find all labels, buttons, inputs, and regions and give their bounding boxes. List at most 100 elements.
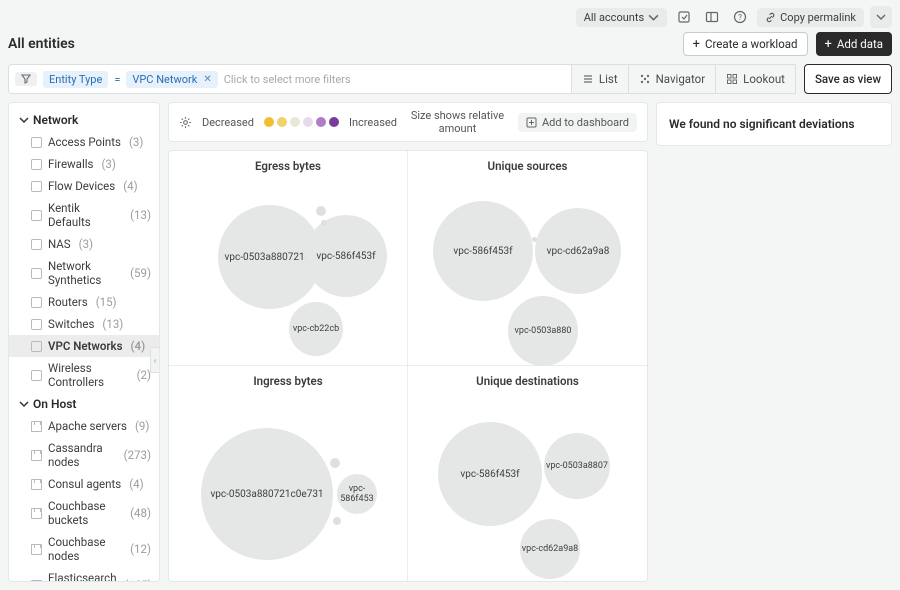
chart-title: Unique sources: [408, 151, 647, 173]
sidebar-item-count: (3): [129, 135, 143, 149]
entity-type-icon: [31, 297, 42, 308]
sidebar-item-cassandra-nodes[interactable]: Cassandra nodes(273): [9, 437, 159, 473]
entity-type-icon: [31, 370, 42, 381]
sidebar-item-label: NAS: [48, 237, 71, 251]
sidebar-item-firewalls[interactable]: Firewalls (3): [9, 153, 159, 175]
sidebar-item-count: (4): [131, 339, 146, 353]
bubble-vpc-cb22cb[interactable]: vpc-cb22cb: [289, 302, 343, 356]
sidebar-item-switches[interactable]: Switches(13): [9, 313, 159, 335]
sidebar-group-network[interactable]: Network: [9, 109, 159, 131]
list-tab[interactable]: List: [572, 65, 629, 93]
deviations-panel: We found no significant deviations: [656, 102, 892, 146]
sidebar-item-count: (59): [130, 266, 151, 280]
bubble-vpc-cd62a9a8[interactable]: vpc-cd62a9a8: [520, 519, 580, 579]
legend-size-hint: Size shows relative amount: [407, 109, 508, 135]
gear-icon[interactable]: [179, 116, 192, 129]
sidebar: ‹ Network Access Points (3) Firewalls (3) Flo…: [8, 102, 160, 582]
bubble-minor[interactable]: [333, 517, 341, 525]
bubble-vpc-0503a880[interactable]: vpc-0503a880: [508, 296, 578, 366]
bubble-minor[interactable]: [532, 237, 537, 242]
sidebar-item-label: Switches: [48, 317, 94, 331]
legend-bar: Decreased Increased Size shows relative …: [168, 102, 648, 142]
bubble-minor[interactable]: [330, 458, 340, 468]
sidebar-item-label: Couchbase buckets: [48, 499, 122, 527]
bubble-vpc-0503a880721c0e731[interactable]: vpc-0503a880721c0e731: [201, 428, 333, 560]
chip-remove-icon[interactable]: ✕: [201, 74, 211, 85]
legend-increased: Increased: [349, 116, 397, 129]
create-workload-label: Create a workload: [705, 37, 797, 51]
chip-entity-type[interactable]: Entity Type: [43, 71, 108, 88]
panel-icon[interactable]: [701, 6, 723, 28]
navigator-tab[interactable]: Navigator: [629, 65, 717, 93]
add-to-dashboard-button[interactable]: Add to dashboard: [518, 113, 637, 132]
sidebar-item-label: Apache servers: [48, 419, 127, 433]
sidebar-item-network-synthetics[interactable]: Network Synthetics (59): [9, 255, 159, 291]
entity-type-icon: [31, 341, 42, 352]
plus-icon: +: [825, 38, 832, 51]
entity-type-icon: [31, 319, 42, 330]
lookout-icon: [726, 73, 738, 85]
copy-permalink-button[interactable]: Copy permalink: [757, 8, 864, 27]
sidebar-collapse-toggle[interactable]: ‹: [150, 347, 160, 373]
chip-equals: =: [114, 73, 120, 86]
help-icon[interactable]: ?: [729, 6, 751, 28]
filter-bar[interactable]: Entity Type = VPC Network ✕ Click to sel…: [8, 64, 572, 94]
account-selector[interactable]: All accounts: [576, 8, 667, 27]
add-data-button[interactable]: + Add data: [816, 32, 892, 56]
bubble-vpc-586f453f[interactable]: vpc-586f453f: [438, 422, 542, 526]
sidebar-item-label: Network Synthetics: [48, 259, 122, 287]
sidebar-item-wireless-controllers[interactable]: Wireless Controllers(2): [9, 357, 159, 393]
create-workload-button[interactable]: + Create a workload: [683, 32, 808, 56]
bubble-vpc-586f453[interactable]: vpc-586f453: [337, 474, 377, 514]
chevron-down-icon: [19, 115, 29, 125]
bubble-vpc-586f453f[interactable]: vpc-586f453f: [305, 215, 387, 297]
share-icon[interactable]: [673, 6, 695, 28]
sidebar-item-apache-servers[interactable]: Apache servers(9): [9, 415, 159, 437]
sidebar-item-flow-devices[interactable]: Flow Devices (4): [9, 175, 159, 197]
bubble-chart-ingress-bytes: Ingress bytesvpc-0503a880721c0e731vpc-58…: [169, 366, 408, 581]
legend-color-scale: [264, 117, 339, 127]
chart-title: Unique destinations: [408, 366, 647, 388]
sidebar-item-routers[interactable]: Routers(15): [9, 291, 159, 313]
entity-type-icon: [31, 159, 42, 170]
sidebar-item-label: Consul agents: [48, 477, 121, 491]
link-icon: [765, 12, 776, 23]
sidebar-item-count: (3): [79, 237, 93, 251]
dashboard-plus-icon: [526, 117, 537, 128]
sidebar-item-count: (3): [101, 157, 115, 171]
bubble-vpc-0503a8807[interactable]: vpc-0503a8807: [544, 433, 610, 499]
sidebar-item-vpc-networks[interactable]: VPC Networks(4): [9, 335, 159, 357]
sidebar-item-label: Access Points: [48, 135, 121, 149]
sidebar-item-consul-agents[interactable]: Consul agents (4): [9, 473, 159, 495]
bubble-vpc-cd62a9a8[interactable]: vpc-cd62a9a8: [535, 208, 621, 294]
bubble-chart-unique-destinations: Unique destinations vpc-586f453fvpc-0503a…: [408, 366, 647, 581]
lookout-tab[interactable]: Lookout: [716, 65, 795, 93]
sidebar-item-nas[interactable]: NAS (3): [9, 233, 159, 255]
bubble-minor[interactable]: [316, 206, 326, 216]
entity-type-icon: [31, 210, 42, 221]
bubble-chart-egress-bytes: Egress bytesvpc-0503a880721c0vpc-586f453…: [169, 151, 408, 366]
sidebar-item-label: Wireless Controllers: [48, 361, 129, 389]
sidebar-item-count: (4): [129, 477, 143, 491]
sidebar-item-count: (4): [123, 179, 137, 193]
sidebar-item-label: Flow Devices: [48, 179, 115, 193]
sidebar-item-kentik-defaults[interactable]: Kentik Defaults(13): [9, 197, 159, 233]
sidebar-item-couchbase-buckets[interactable]: Couchbase buckets(48): [9, 495, 159, 531]
sidebar-item-count: (185): [125, 578, 152, 582]
bubble-minor[interactable]: [321, 220, 327, 226]
sidebar-group-on-host[interactable]: On Host: [9, 393, 159, 415]
chip-vpc-network[interactable]: VPC Network ✕: [126, 71, 217, 88]
chevron-down-icon: [19, 399, 29, 409]
save-view-button[interactable]: Save as view: [804, 64, 892, 94]
chart-title: Egress bytes: [169, 151, 407, 173]
view-mode-group: List Navigator Lookout: [572, 64, 796, 94]
copy-permalink-label: Copy permalink: [780, 11, 856, 24]
sidebar-item-access-points[interactable]: Access Points (3): [9, 131, 159, 153]
add-data-label: Add data: [837, 37, 883, 51]
sidebar-item-couchbase-nodes[interactable]: Couchbase nodes(12): [9, 531, 159, 567]
entity-type-icon: [31, 450, 42, 461]
bubble-vpc-586f453f[interactable]: vpc-586f453f: [433, 201, 533, 301]
list-icon: [582, 73, 594, 85]
sidebar-item-label: Firewalls: [48, 157, 93, 171]
more-menu-icon[interactable]: [870, 6, 892, 28]
